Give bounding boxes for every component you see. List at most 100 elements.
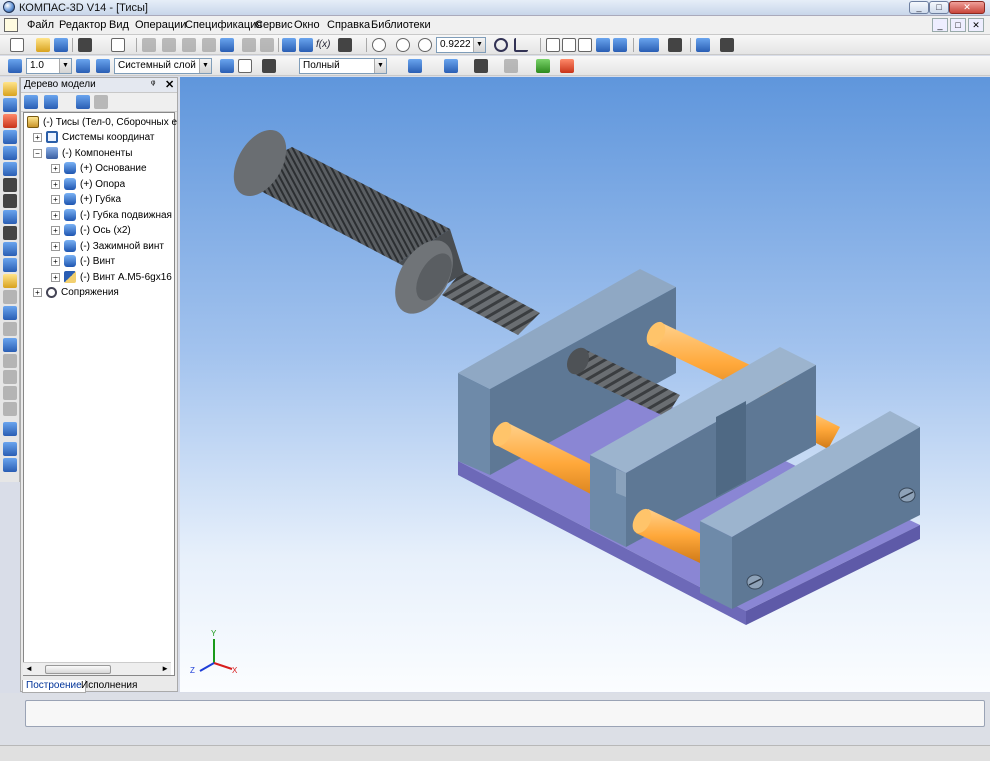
tree-node-base[interactable]: + (+) Основание: [51, 162, 147, 176]
model-viewport[interactable]: Y X Z: [180, 77, 990, 692]
snap-icon[interactable]: [262, 59, 276, 73]
mates-tool-icon[interactable]: [3, 338, 17, 352]
tree-node-clamp-screw[interactable]: + (-) Зажимной винт: [51, 240, 164, 254]
insert-part-icon[interactable]: [3, 306, 17, 320]
macro-icon[interactable]: [3, 422, 17, 436]
doc-close-button[interactable]: ✕: [968, 18, 984, 32]
scroll-right-arrow-icon[interactable]: ►: [161, 664, 169, 673]
tab-build[interactable]: Построение: [22, 680, 86, 693]
section-icon[interactable]: [668, 38, 682, 52]
insert-component-icon[interactable]: [536, 59, 550, 73]
tree-node-jaw[interactable]: + (+) Губка: [51, 193, 121, 207]
menu-editor[interactable]: Редактор: [59, 19, 106, 31]
menu-window[interactable]: Окно: [294, 19, 320, 31]
color-icon[interactable]: [444, 59, 458, 73]
halftone-edges-icon[interactable]: [613, 38, 627, 52]
hidden-lines-icon[interactable]: [562, 38, 576, 52]
undo-icon[interactable]: [242, 38, 256, 52]
rotate-icon[interactable]: [494, 38, 508, 52]
manager-icon[interactable]: [282, 38, 296, 52]
filter-objects-icon[interactable]: [474, 59, 488, 73]
assembly-mode-icon[interactable]: [504, 59, 518, 73]
tree-node-mates[interactable]: + Сопряжения: [33, 286, 119, 300]
diagnostics-icon[interactable]: [3, 178, 17, 192]
halftone-icon[interactable]: [596, 38, 610, 52]
tab-versions[interactable]: Исполнения: [78, 680, 140, 693]
tree-node-root[interactable]: (-) Тисы (Тел-0, Сборочных е: [27, 116, 177, 130]
tree-node-screw[interactable]: + (-) Винт: [51, 255, 115, 269]
curves-icon[interactable]: [3, 114, 17, 128]
orientation-icon[interactable]: [514, 38, 528, 52]
dimensions-icon[interactable]: [3, 194, 17, 208]
maximize-button[interactable]: □: [929, 1, 949, 14]
perspective-icon[interactable]: [639, 38, 659, 52]
menu-file[interactable]: Файл: [27, 19, 54, 31]
angle-step-icon[interactable]: [76, 59, 90, 73]
close-button[interactable]: ✕: [949, 1, 985, 14]
thin-hidden-icon[interactable]: [578, 38, 592, 52]
layer-icon[interactable]: [96, 59, 110, 73]
menu-service[interactable]: Сервис: [255, 19, 293, 31]
zoom-combo[interactable]: 0.9222 ▼: [436, 37, 486, 53]
cut-icon[interactable]: [142, 38, 156, 52]
open-folder-icon[interactable]: [36, 38, 50, 52]
tree-structure-icon[interactable]: [24, 95, 38, 109]
pin-icon[interactable]: ᵠ: [151, 79, 155, 90]
assembly-edit-icon[interactable]: [3, 82, 17, 96]
tree-node-movable-jaw[interactable]: + (-) Губка подвижная: [51, 209, 172, 223]
library-icon[interactable]: [3, 442, 17, 456]
display-mode-combo[interactable]: Полный ▼: [299, 58, 387, 74]
scroll-left-arrow-icon[interactable]: ◄: [25, 664, 33, 673]
step-combo[interactable]: 1.0 ▼: [26, 58, 72, 74]
local-cs-icon[interactable]: [220, 59, 234, 73]
properties-icon[interactable]: [202, 38, 216, 52]
filter-tools-icon[interactable]: [3, 210, 17, 224]
library-manager-icon[interactable]: [220, 38, 234, 52]
tree-node-axis[interactable]: + (-) Ось (x2): [51, 224, 131, 238]
save-icon[interactable]: [54, 38, 68, 52]
zoom-window-icon[interactable]: [396, 38, 410, 52]
appearance-icon[interactable]: [408, 59, 422, 73]
tree-node-support[interactable]: + (+) Опора: [51, 178, 125, 192]
tree-horizontal-scrollbar[interactable]: ◄ ►: [23, 662, 171, 675]
document-icon[interactable]: [4, 18, 18, 32]
minimize-button[interactable]: _: [909, 1, 929, 14]
tree-node-std-screw[interactable]: + (-) Винт А.М5-6gx16 Г: [51, 271, 173, 285]
filter-icon[interactable]: [696, 38, 710, 52]
elements-icon[interactable]: [3, 274, 17, 288]
tree-filter-icon[interactable]: [94, 95, 108, 109]
paste-icon[interactable]: [182, 38, 196, 52]
fx-icon[interactable]: f(x): [316, 38, 330, 52]
new-document-icon[interactable]: [10, 38, 24, 52]
cursor-step-icon[interactable]: [8, 59, 22, 73]
sketch-icon[interactable]: [3, 98, 17, 112]
tree-window-icon[interactable]: [76, 95, 90, 109]
notation-icon[interactable]: [3, 226, 17, 240]
redo-icon[interactable]: [260, 38, 274, 52]
tree-view-icon[interactable]: [44, 95, 58, 109]
orientation-plane-icon[interactable]: [238, 59, 252, 73]
doc-restore-button[interactable]: □: [950, 18, 966, 32]
auxiliary-geometry-icon[interactable]: [3, 130, 17, 144]
spec-tools-icon[interactable]: [3, 242, 17, 256]
close-panel-button[interactable]: ✕: [165, 78, 174, 91]
zoom-scale-icon[interactable]: [418, 38, 432, 52]
spec-icon[interactable]: [720, 38, 734, 52]
layer-combo[interactable]: Системный слой (0) ▼: [114, 58, 212, 74]
reports-icon[interactable]: [3, 258, 17, 272]
help-pointer-icon[interactable]: [338, 38, 352, 52]
tree-node-coord-systems[interactable]: + Системы координат: [33, 131, 155, 145]
menu-specification[interactable]: Спецификация: [185, 19, 262, 31]
tree-node-components[interactable]: − (-) Компоненты: [33, 147, 132, 161]
doc-minimize-button[interactable]: _: [932, 18, 948, 32]
menu-operations[interactable]: Операции: [135, 19, 186, 31]
preview-icon[interactable]: [111, 38, 125, 52]
variables-icon[interactable]: [299, 38, 313, 52]
zoom-icon[interactable]: [372, 38, 386, 52]
text-style-icon[interactable]: [560, 59, 574, 73]
menu-help[interactable]: Справка: [327, 19, 370, 31]
wireframe-icon[interactable]: [546, 38, 560, 52]
points-icon[interactable]: [3, 146, 17, 160]
print-icon[interactable]: [78, 38, 92, 52]
variables-tools-icon[interactable]: [3, 458, 17, 472]
